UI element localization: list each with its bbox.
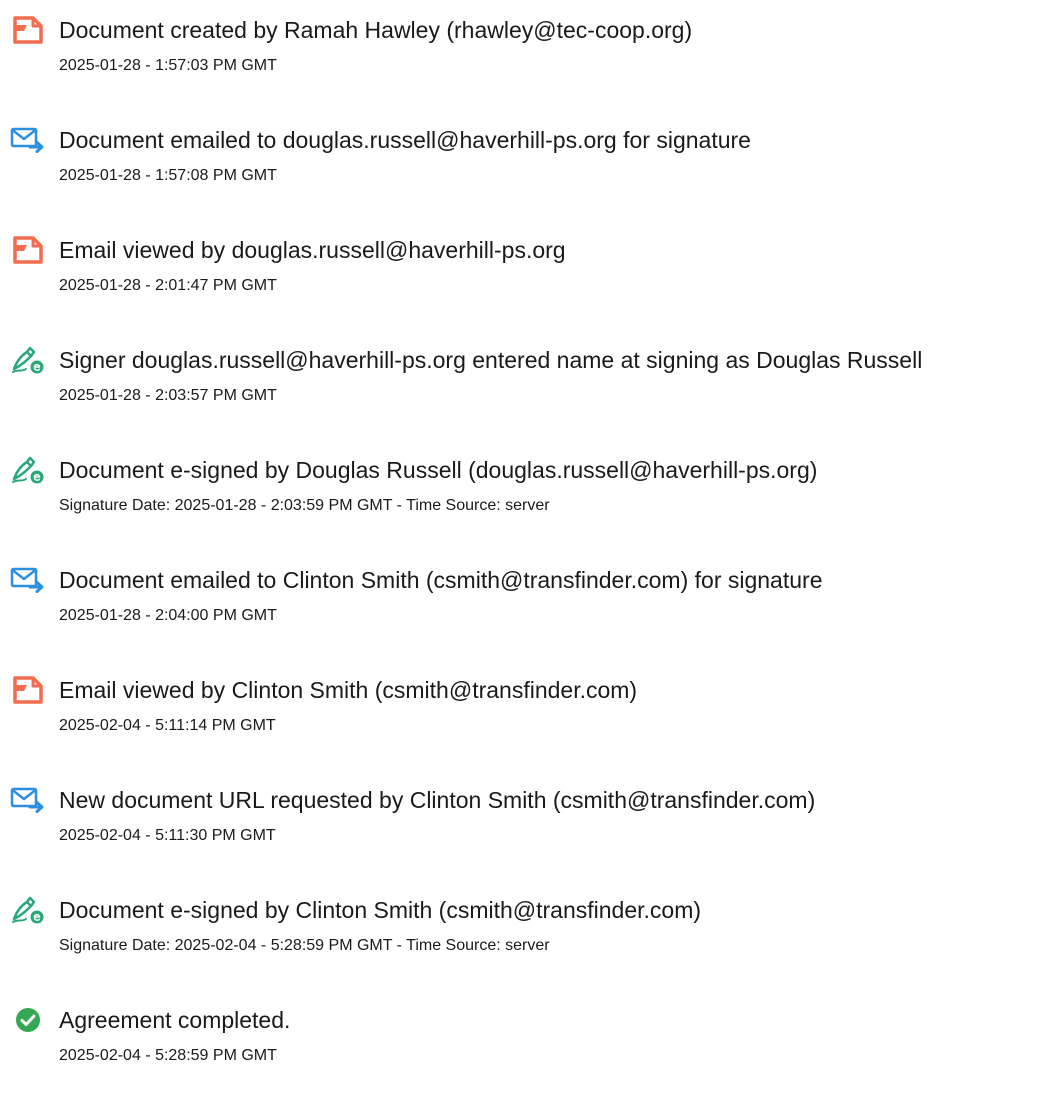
event-title: Document created by Ramah Hawley (rhawle… <box>59 17 693 43</box>
history-event: Email viewed by Clinton Smith (csmith@tr… <box>0 672 1062 762</box>
history-event: Document e-signed by Clinton Smith (csmi… <box>0 892 1062 982</box>
e-sign-icon <box>8 892 48 928</box>
e-sign-icon <box>8 452 48 488</box>
document-icon <box>8 12 48 48</box>
history-event: Signer douglas.russell@haverhill-ps.org … <box>0 342 1062 432</box>
document-icon <box>8 232 48 268</box>
history-event: New document URL requested by Clinton Sm… <box>0 782 1062 872</box>
e-sign-icon <box>8 342 48 378</box>
history-event: Document emailed to Clinton Smith (csmit… <box>0 562 1062 652</box>
event-timestamp: 2025-01-28 - 1:57:03 PM GMT <box>59 57 277 74</box>
event-signature-date: Signature Date: 2025-01-28 - 2:03:59 PM … <box>59 497 550 514</box>
email-sent-icon <box>8 122 48 158</box>
event-title: Document emailed to douglas.russell@have… <box>59 127 751 153</box>
event-title: New document URL requested by Clinton Sm… <box>59 787 816 813</box>
event-timestamp: 2025-02-04 - 5:11:14 PM GMT <box>59 717 276 734</box>
event-signature-date: Signature Date: 2025-02-04 - 5:28:59 PM … <box>59 937 550 954</box>
event-timestamp: 2025-02-04 - 5:11:30 PM GMT <box>59 827 276 844</box>
event-title: Document emailed to Clinton Smith (csmit… <box>59 567 823 593</box>
event-timestamp: 2025-01-28 - 2:03:57 PM GMT <box>59 387 277 404</box>
history-event: Document e-signed by Douglas Russell (do… <box>0 452 1062 542</box>
history-event: Document created by Ramah Hawley (rhawle… <box>0 12 1062 102</box>
history-event: Document emailed to douglas.russell@have… <box>0 122 1062 212</box>
event-title: Agreement completed. <box>59 1007 291 1033</box>
history-event: Agreement completed. 2025-02-04 - 5:28:5… <box>0 1002 1062 1092</box>
email-sent-icon <box>8 562 48 598</box>
audit-history: Document created by Ramah Hawley (rhawle… <box>0 0 1062 1109</box>
document-icon <box>8 672 48 708</box>
event-title: Document e-signed by Douglas Russell (do… <box>59 457 818 483</box>
event-title: Document e-signed by Clinton Smith (csmi… <box>59 897 702 923</box>
event-timestamp: 2025-01-28 - 2:01:47 PM GMT <box>59 277 277 294</box>
event-title: Email viewed by douglas.russell@haverhil… <box>59 237 566 263</box>
event-title: Signer douglas.russell@haverhill-ps.org … <box>59 347 923 373</box>
history-event: Email viewed by douglas.russell@haverhil… <box>0 232 1062 322</box>
event-timestamp: 2025-02-04 - 5:28:59 PM GMT <box>59 1047 277 1064</box>
event-title: Email viewed by Clinton Smith (csmith@tr… <box>59 677 638 703</box>
email-sent-icon <box>8 782 48 818</box>
event-timestamp: 2025-01-28 - 1:57:08 PM GMT <box>59 167 277 184</box>
check-circle-icon <box>8 1002 48 1038</box>
event-timestamp: 2025-01-28 - 2:04:00 PM GMT <box>59 607 277 624</box>
